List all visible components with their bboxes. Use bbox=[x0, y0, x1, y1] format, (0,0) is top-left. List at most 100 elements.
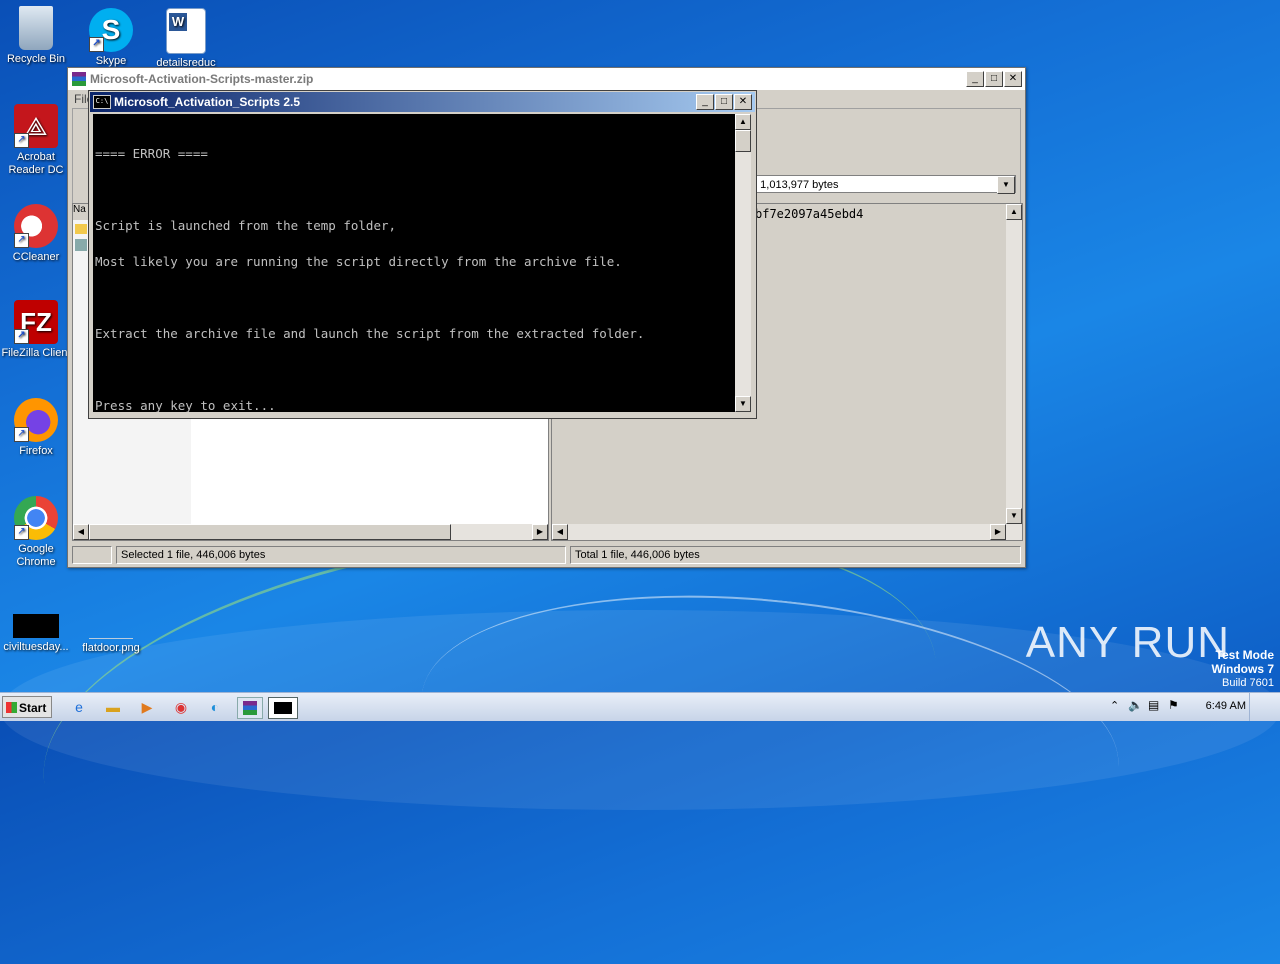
windows-flag-icon bbox=[6, 702, 17, 713]
shortcut-arrow-icon: ↗ bbox=[89, 37, 104, 52]
scroll-left-button[interactable]: ◀ bbox=[73, 524, 89, 540]
desktop-wallpaper-swoosh bbox=[408, 564, 1132, 898]
desktop-icon-flatdoor[interactable]: flatdoor.png bbox=[75, 614, 147, 655]
path-combo-text: e 1,013,977 bytes bbox=[751, 179, 839, 191]
folder-up-icon[interactable] bbox=[75, 224, 87, 234]
desktop-icon-civiltuesday[interactable]: civiltuesday... bbox=[0, 614, 72, 654]
scroll-right-button[interactable]: ▶ bbox=[990, 524, 1006, 540]
edge-icon[interactable]: ◐ bbox=[204, 697, 226, 717]
winrar-statusbar: Selected 1 file, 446,006 bytes Total 1 f… bbox=[72, 546, 1021, 564]
desktop-icon-label: civiltuesday... bbox=[3, 641, 69, 653]
status-selected: Selected 1 file, 446,006 bytes bbox=[116, 546, 566, 564]
file-icon[interactable] bbox=[75, 239, 87, 251]
firefox-icon: ↗ bbox=[14, 398, 58, 442]
show-desktop-button[interactable] bbox=[1249, 693, 1280, 721]
system-tray: ⌃ 🔈 ▤ ⚑ 6:49 AM bbox=[1104, 693, 1280, 721]
desktop-icon-label: FileZilla Client bbox=[1, 347, 71, 359]
desktop-icon-label: Google Chrome bbox=[16, 543, 56, 568]
drive-icon[interactable] bbox=[72, 546, 112, 564]
winrar-taskbar-icon[interactable] bbox=[237, 697, 263, 719]
shortcut-arrow-icon: ↗ bbox=[14, 133, 29, 148]
acrobat-icon: ⟁ ↗ bbox=[14, 104, 58, 148]
console-scrollbar[interactable]: ▲ ▼ bbox=[735, 114, 751, 412]
desktop-icon-firefox[interactable]: ↗ Firefox bbox=[0, 398, 72, 458]
horizontal-scrollbar[interactable]: ◀ ▶ bbox=[73, 524, 548, 540]
minimize-button[interactable]: _ bbox=[966, 71, 984, 87]
shortcut-arrow-icon: ↗ bbox=[14, 427, 29, 442]
close-button[interactable]: ✕ bbox=[734, 94, 752, 110]
media-player-icon[interactable]: ▶ bbox=[136, 697, 158, 717]
chrome-taskbar-icon[interactable]: ◉ bbox=[170, 697, 192, 717]
minimize-button[interactable]: _ bbox=[696, 94, 714, 110]
word-document-icon: W bbox=[166, 8, 206, 54]
scroll-down-button[interactable]: ▼ bbox=[1006, 508, 1022, 524]
status-total: Total 1 file, 446,006 bytes bbox=[570, 546, 1021, 564]
filezilla-icon: FZ ↗ bbox=[14, 300, 58, 344]
network-icon[interactable]: ▤ bbox=[1148, 698, 1159, 712]
vertical-scrollbar[interactable]: ▲ ▼ bbox=[1006, 204, 1022, 524]
desktop-icon-label: Acrobat Reader DC bbox=[8, 151, 64, 176]
scroll-thumb[interactable] bbox=[89, 524, 451, 540]
ccleaner-icon: ↗ bbox=[14, 204, 58, 248]
test-mode-line: Windows 7 bbox=[1211, 662, 1274, 676]
desktop-icon-recycle-bin[interactable]: Recycle Bin bbox=[0, 6, 72, 66]
ie-icon[interactable]: e bbox=[68, 697, 90, 717]
winrar-title: Microsoft-Activation-Scripts-master.zip bbox=[90, 72, 314, 86]
maximize-button[interactable]: □ bbox=[985, 71, 1003, 87]
chevron-up-icon[interactable]: ⌃ bbox=[1110, 699, 1119, 712]
chrome-icon: ↗ bbox=[14, 496, 58, 540]
file-thumbnail-icon bbox=[13, 614, 59, 638]
anyrun-watermark: ANY RUN bbox=[1025, 618, 1230, 667]
start-label: Start bbox=[19, 701, 47, 715]
desktop-icon-chrome[interactable]: ↗ Google Chrome bbox=[0, 496, 72, 569]
path-combo[interactable]: e 1,013,977 bytes ▼ bbox=[748, 175, 1016, 194]
cmd-app-icon: C:\ bbox=[93, 95, 111, 109]
shortcut-arrow-icon: ↗ bbox=[14, 233, 29, 248]
action-center-flag-icon[interactable]: ⚑ bbox=[1168, 698, 1179, 712]
image-file-icon bbox=[89, 614, 133, 639]
clock[interactable]: 6:49 AM bbox=[1206, 700, 1246, 712]
scroll-thumb[interactable] bbox=[735, 130, 751, 152]
winrar-app-icon bbox=[72, 72, 86, 86]
console-output[interactable]: ==== ERROR ==== Script is launched from … bbox=[93, 114, 735, 412]
scroll-up-button[interactable]: ▲ bbox=[1006, 204, 1022, 220]
scroll-down-button[interactable]: ▼ bbox=[735, 396, 751, 412]
desktop-icon-label: Recycle Bin bbox=[6, 53, 66, 65]
desktop-icon-detailsreduc[interactable]: W detailsreduc bbox=[150, 8, 222, 70]
cmd-window[interactable]: C:\ Microsoft_Activation_Scripts 2.5 _ □… bbox=[88, 90, 757, 419]
checksum-text: bf7e2097a45ebd4 bbox=[755, 207, 864, 221]
cmd-taskbar-icon[interactable] bbox=[268, 697, 298, 719]
scroll-right-button[interactable]: ▶ bbox=[532, 524, 548, 540]
test-mode-notice: Test Mode Windows 7 Build 7601 bbox=[1211, 648, 1274, 690]
desktop-icon-label: CCleaner bbox=[12, 251, 60, 263]
scroll-left-button[interactable]: ◀ bbox=[552, 524, 568, 540]
desktop-icon-label: Firefox bbox=[19, 445, 53, 457]
console-line: Extract the archive file and launch the … bbox=[95, 326, 645, 341]
chevron-down-icon[interactable]: ▼ bbox=[997, 176, 1015, 194]
desktop-icon-ccleaner[interactable]: ↗ CCleaner bbox=[0, 204, 72, 264]
desktop-icon-filezilla[interactable]: FZ ↗ FileZilla Client bbox=[0, 300, 72, 360]
skype-icon: S ↗ bbox=[89, 8, 133, 52]
test-mode-line: Test Mode bbox=[1215, 648, 1274, 662]
explorer-folder-icon[interactable]: ▬ bbox=[102, 697, 124, 717]
console-line: ==== ERROR ==== bbox=[95, 146, 208, 161]
cmd-titlebar[interactable]: C:\ Microsoft_Activation_Scripts 2.5 _ □… bbox=[90, 92, 755, 112]
horizontal-scrollbar[interactable]: ◀ ▶ bbox=[552, 524, 1022, 540]
start-button[interactable]: Start bbox=[2, 696, 52, 718]
close-button[interactable]: ✕ bbox=[1004, 71, 1022, 87]
scroll-up-button[interactable]: ▲ bbox=[735, 114, 751, 130]
volume-icon[interactable]: 🔈 bbox=[1128, 698, 1143, 712]
desktop-icon-label: flatdoor.png bbox=[82, 642, 140, 654]
console-line: Script is launched from the temp folder, bbox=[95, 218, 397, 233]
shortcut-arrow-icon: ↗ bbox=[14, 329, 29, 344]
maximize-button[interactable]: □ bbox=[715, 94, 733, 110]
shortcut-arrow-icon: ↗ bbox=[14, 525, 29, 540]
recycle-bin-icon bbox=[19, 6, 53, 50]
taskbar: Start e ▬ ▶ ◉ ◐ ⌃ 🔈 ▤ ⚑ 6:49 AM bbox=[0, 692, 1280, 721]
desktop-icon-acrobat[interactable]: ⟁ ↗ Acrobat Reader DC bbox=[0, 104, 72, 177]
cmd-title: Microsoft_Activation_Scripts 2.5 bbox=[114, 95, 301, 109]
desktop-icon-skype[interactable]: S ↗ Skype bbox=[75, 8, 147, 68]
test-mode-line: Build 7601 bbox=[1222, 677, 1274, 689]
winrar-titlebar[interactable]: Microsoft-Activation-Scripts-master.zip … bbox=[68, 68, 1025, 90]
console-line: Most likely you are running the script d… bbox=[95, 254, 622, 269]
